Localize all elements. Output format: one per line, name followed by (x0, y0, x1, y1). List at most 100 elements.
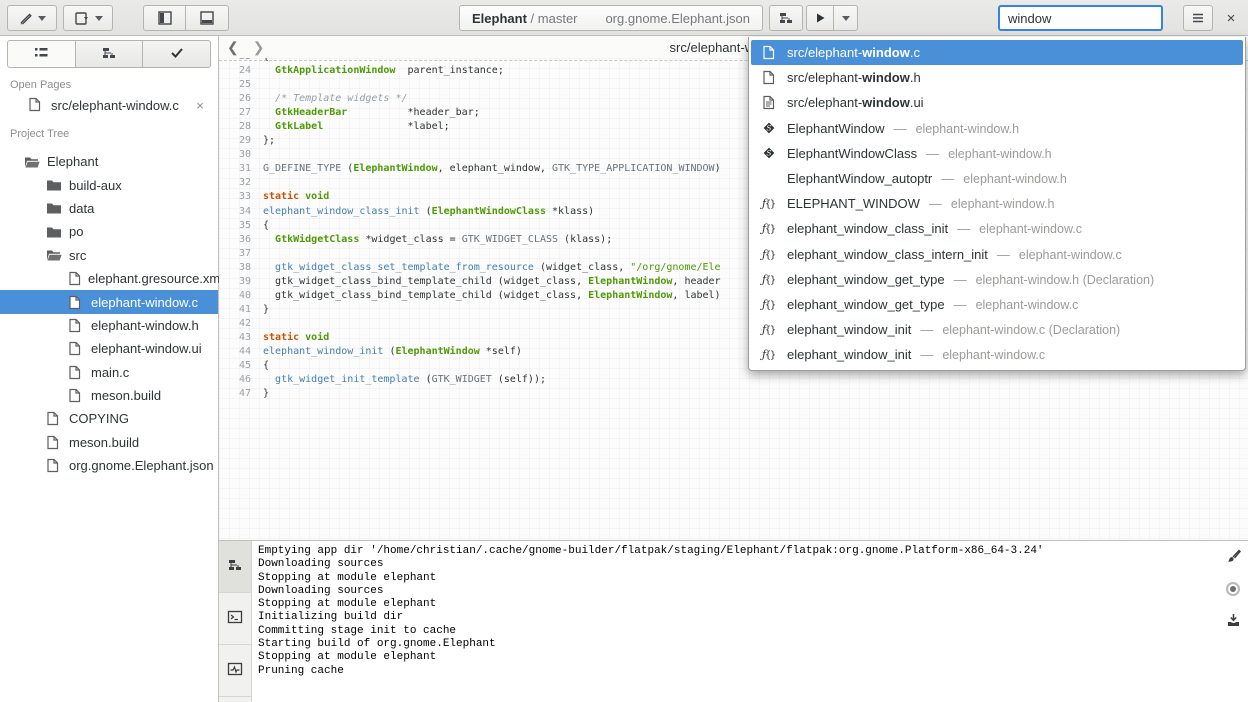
file-icon (68, 318, 84, 333)
tab-terminal[interactable] (219, 593, 251, 645)
open-pages-header: Open Pages (10, 79, 71, 91)
tab-todo[interactable] (143, 40, 211, 68)
device-icon (74, 11, 90, 26)
line-number: 27 (219, 106, 263, 120)
function-icon: ƒ{} (760, 197, 777, 210)
file-icon (68, 388, 84, 403)
search-result-elephant_window_get_type[interactable]: ƒ{}elephant_window_get_type—elephant-win… (751, 292, 1243, 317)
tree-item-elephant-window.h[interactable]: elephant-window.h (0, 314, 218, 337)
result-label: ElephantWindow_autoptr—elephant-window.h (787, 171, 1067, 186)
line-number: 37 (219, 247, 263, 261)
branch-name: master (538, 11, 578, 26)
file-icon (46, 435, 62, 450)
project-name: Elephant (472, 11, 527, 26)
sidebar-view-switcher (7, 40, 211, 68)
tree-item-COPYING[interactable]: COPYING (0, 407, 218, 430)
tab-build[interactable] (76, 40, 144, 68)
tree-item-elephant-window.c[interactable]: elephant-window.c (0, 290, 218, 313)
tree-item-src[interactable]: src (0, 244, 218, 267)
window-close-button[interactable]: × (1216, 5, 1246, 31)
tree-item-elephant.gresource.xml[interactable]: elephant.gresource.xml (0, 267, 218, 290)
pen-icon (18, 11, 33, 26)
run-button[interactable] (806, 5, 834, 31)
menu-button[interactable] (1183, 5, 1213, 31)
tree-item-meson.build[interactable]: meson.build (0, 431, 218, 454)
line-number: 46 (219, 373, 263, 387)
file-icon (760, 45, 777, 60)
build-log[interactable]: Emptying app dir '/home/christian/.cache… (258, 545, 1218, 678)
checkmark-icon (170, 47, 184, 62)
open-page-row[interactable]: src/elephant-window.c × (0, 93, 218, 118)
tree-item-meson.build[interactable]: meson.build (0, 384, 218, 407)
line-number: 28 (219, 120, 263, 134)
mode-selector-button[interactable] (7, 5, 57, 31)
run-options-button[interactable] (834, 5, 858, 31)
tree-item-label: elephant-window.ui (91, 341, 202, 356)
brush-icon (1226, 549, 1241, 567)
clear-log-button[interactable] (1224, 549, 1242, 567)
tree-item-data[interactable]: data (0, 197, 218, 220)
close-page-button[interactable]: × (190, 98, 210, 113)
device-selector-button[interactable] (63, 5, 113, 31)
search-result-elephant_window_init[interactable]: ƒ{} elephant_window_init—elephant-window.… (751, 317, 1243, 342)
tab-build-output[interactable] (219, 541, 251, 593)
search-result-src/elephant-window.ui[interactable]: src/elephant-window.ui (751, 90, 1243, 115)
line-number: 42 (219, 317, 263, 331)
tree-item-elephant-window.ui[interactable]: elephant-window.ui (0, 337, 218, 360)
tree-item-org.gnome.Elephant.json[interactable]: org.gnome.Elephant.json (0, 454, 218, 477)
function-icon: ƒ{} (760, 248, 777, 261)
omnibar-button[interactable]: Elephant / master org.gnome.Elephant.jso… (459, 5, 763, 31)
tree-item-build-aux[interactable]: build-aux (0, 173, 218, 196)
toggle-bottom-panel-button[interactable] (186, 5, 229, 31)
search-result-elephant_window_class_init[interactable]: ƒ{}elephant_window_class_init—elephant-w… (751, 216, 1243, 241)
folder-icon (46, 178, 62, 192)
code-line-47: 47} (219, 387, 1248, 401)
global-search-input[interactable] (998, 5, 1163, 31)
tree-item-label: data (69, 201, 94, 216)
terminal-run-icon (227, 662, 243, 679)
line-number: 40 (219, 289, 263, 303)
save-log-button[interactable] (1224, 613, 1242, 631)
line-number: 25 (219, 78, 263, 92)
stop-record-button[interactable] (1224, 581, 1242, 599)
function-icon: ƒ{} (760, 323, 777, 336)
bottom-panel: Emptying app dir '/home/christian/.cache… (219, 540, 1248, 702)
line-number: 31 (219, 162, 263, 176)
search-result-elephant_window_get_type[interactable]: ƒ{}elephant_window_get_type—elephant-win… (751, 267, 1243, 292)
search-result-ElephantWindow[interactable]: SElephantWindow—elephant-window.h (751, 116, 1243, 141)
download-icon (1226, 613, 1241, 631)
tree-item-Elephant[interactable]: Elephant (0, 150, 218, 173)
play-icon (814, 12, 826, 24)
search-result-elephant_window_class_intern_init[interactable]: ƒ{}elephant_window_class_intern_init—ele… (751, 242, 1243, 267)
build-tree-icon (778, 11, 794, 25)
search-result-ELEPHANT_WINDOW[interactable]: ƒ{}ELEPHANT_WINDOW—elephant-window.h (751, 191, 1243, 216)
tab-runtime-terminal[interactable] (219, 645, 251, 697)
search-result-elephant_window_init[interactable]: ƒ{}elephant_window_init—elephant-window.… (751, 342, 1243, 367)
search-result-src/elephant-window.h[interactable]: src/elephant-window.h (751, 65, 1243, 90)
build-config-label: org.gnome.Elephant.json (605, 11, 750, 26)
tab-pages[interactable] (7, 40, 76, 68)
project-tree: Elephant build-aux data posrcelephant.greso… (0, 150, 218, 477)
tree-item-label: main.c (91, 365, 129, 380)
list-icon (33, 47, 49, 62)
result-label: src/elephant-window.c (787, 45, 920, 60)
tree-item-label: Elephant (47, 154, 98, 169)
search-result-ElephantWindowClass[interactable]: SElephantWindowClass—elephant-window.h (751, 141, 1243, 166)
tree-item-main.c[interactable]: main.c (0, 361, 218, 384)
result-label: elephant_window_init—elephant-window.c (… (787, 322, 1120, 337)
code-line-46: 46 gtk_widget_init_template (GTK_WIDGET … (219, 373, 1248, 387)
toggle-left-panel-button[interactable] (143, 5, 186, 31)
search-result-ElephantWindow_autoptr[interactable]: ElephantWindow_autoptr—elephant-window.h (751, 166, 1243, 191)
search-result-src/elephant-window.c[interactable]: src/elephant-window.c (751, 40, 1243, 65)
log-line: Stopping at module elephant (258, 651, 1218, 664)
log-line: Committing stage init to cache (258, 625, 1218, 638)
build-preferences-button[interactable] (769, 5, 803, 31)
bottom-panel-icon (199, 10, 215, 26)
result-label: ElephantWindowClass—elephant-window.h (787, 146, 1052, 161)
chevron-down-icon (95, 16, 103, 21)
function-icon: ƒ{} (760, 298, 777, 311)
tree-item-label: elephant-window.h (91, 318, 199, 333)
tree-item-po[interactable]: po (0, 220, 218, 243)
result-label: elephant_window_init—elephant-window.c (787, 347, 1045, 362)
line-number: 45 (219, 359, 263, 373)
